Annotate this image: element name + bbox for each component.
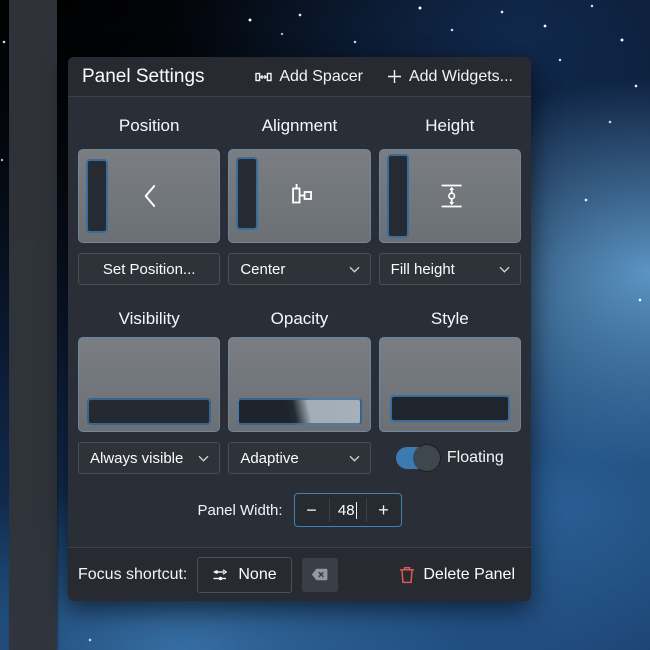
set-position-button[interactable]: Set Position... (78, 253, 220, 285)
delete-panel-button[interactable]: Delete Panel (395, 560, 519, 590)
style-label: Style (379, 306, 521, 332)
add-spacer-button[interactable]: Add Spacer (245, 63, 373, 91)
preview-row-1 (78, 149, 521, 243)
plus-icon (387, 69, 402, 84)
increment-button[interactable]: + (367, 494, 401, 526)
plasma-panel (9, 0, 57, 650)
visibility-preview[interactable] (78, 337, 220, 432)
trash-icon (399, 566, 415, 584)
panel-edge-indicator (86, 159, 108, 233)
section-labels-row-2: Visibility Opacity Style (78, 306, 521, 331)
adaptive-opacity-indicator (237, 398, 361, 425)
spacer-icon (255, 70, 272, 84)
height-value: Fill height (391, 261, 455, 278)
floating-label: Floating (447, 449, 504, 467)
position-label: Position (78, 113, 220, 141)
delete-panel-label: Delete Panel (423, 566, 515, 584)
text-cursor (356, 502, 358, 519)
opacity-label: Opacity (228, 306, 370, 332)
dialog-title: Panel Settings (82, 66, 205, 88)
dialog-header: Panel Settings Add Spacer Add Widgets... (68, 57, 531, 97)
alignment-label: Alignment (228, 113, 370, 141)
chevron-down-icon (499, 266, 510, 273)
position-preview[interactable] (78, 149, 220, 243)
panel-edge-indicator (236, 157, 258, 230)
alignment-preview[interactable] (228, 149, 370, 243)
add-widgets-label: Add Widgets... (409, 68, 513, 86)
alignment-value: Center (240, 261, 285, 278)
shortcut-value: None (238, 566, 276, 584)
opacity-combobox[interactable]: Adaptive (228, 442, 370, 474)
configure-shortcut-icon (212, 567, 229, 583)
add-widgets-button[interactable]: Add Widgets... (377, 63, 523, 91)
clear-shortcut-button[interactable] (302, 558, 338, 592)
height-label: Height (379, 113, 521, 141)
panel-bottom-indicator (87, 398, 211, 425)
floating-control: Floating (379, 442, 521, 474)
dialog-body: Position Alignment Height (68, 97, 531, 547)
alignment-icon (288, 182, 314, 210)
backspace-icon (311, 568, 328, 581)
focus-shortcut-button[interactable]: None (197, 557, 291, 593)
panel-settings-dialog: Panel Settings Add Spacer Add Widgets... (68, 57, 531, 601)
height-preview[interactable] (379, 149, 521, 243)
add-spacer-label: Add Spacer (279, 68, 363, 86)
controls-row-1: Set Position... Center Fill height (78, 253, 521, 285)
chevron-down-icon (349, 455, 360, 462)
visibility-label: Visibility (78, 306, 220, 332)
alignment-combobox[interactable]: Center (228, 253, 370, 285)
decrement-button[interactable]: − (295, 494, 329, 526)
visibility-value: Always visible (90, 450, 183, 467)
panel-width-value: 48 (338, 502, 355, 519)
section-labels-row-1: Position Alignment Height (78, 113, 521, 141)
set-position-label: Set Position... (103, 261, 196, 278)
panel-width-row: Panel Width: − 48 + (78, 493, 521, 527)
visibility-combobox[interactable]: Always visible (78, 442, 220, 474)
dialog-footer: Focus shortcut: None (68, 547, 531, 601)
opacity-preview[interactable] (228, 337, 370, 432)
panel-width-value-field[interactable]: 48 (330, 494, 366, 526)
chevron-down-icon (198, 455, 209, 462)
panel-width-label: Panel Width: (197, 502, 282, 519)
toggle-knob (414, 445, 440, 471)
panel-width-spinbox[interactable]: − 48 + (294, 493, 402, 527)
focus-shortcut-label: Focus shortcut: (78, 566, 187, 584)
chevron-left-icon[interactable] (140, 183, 160, 209)
fit-height-icon (437, 182, 465, 210)
preview-row-2 (78, 337, 521, 432)
panel-edge-indicator (387, 154, 409, 238)
opacity-value: Adaptive (240, 450, 298, 467)
height-combobox[interactable]: Fill height (379, 253, 521, 285)
panel-style-indicator (390, 395, 510, 422)
desktop: Panel Settings Add Spacer Add Widgets... (0, 0, 650, 650)
style-preview[interactable] (379, 337, 521, 432)
controls-row-2: Always visible Adaptive Floating (78, 442, 521, 474)
chevron-down-icon (349, 266, 360, 273)
floating-toggle[interactable] (396, 447, 438, 469)
